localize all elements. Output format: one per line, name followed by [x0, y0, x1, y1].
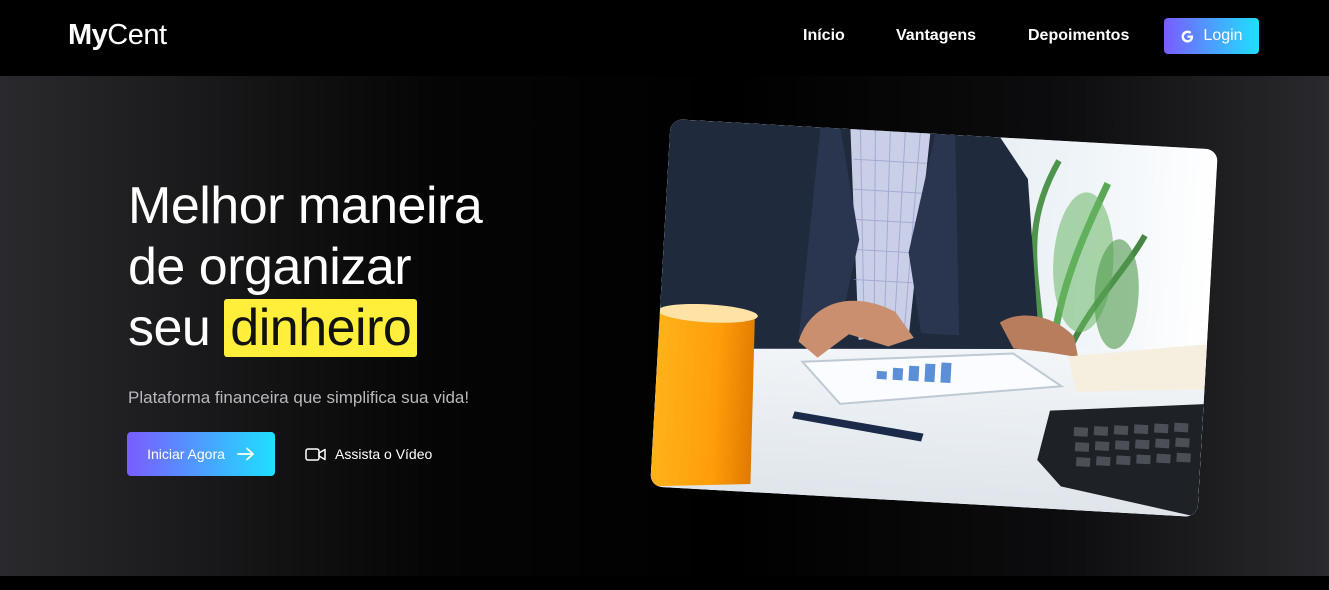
nav-link-inicio[interactable]: Início [803, 26, 845, 46]
video-camera-icon [305, 447, 326, 461]
headline-line-2: de organizar [128, 238, 412, 296]
headline-line-3-prefix: seu [128, 299, 225, 357]
arrow-right-icon [237, 447, 254, 461]
start-now-label: Iniciar Agora [147, 446, 225, 462]
hero-headline: Melhor maneira de organizar seu dinheiro [126, 176, 598, 359]
headline-line-1-rest: maneira [283, 177, 483, 235]
bottom-strip [0, 576, 1329, 590]
business-person-tablet-photo [650, 118, 1218, 518]
headline-underlined-word: Melhor [126, 177, 286, 235]
hero-subtitle: Plataforma financeira que simplifica sua… [128, 388, 470, 407]
brand-logo[interactable]: MyCent [68, 18, 167, 52]
headline-highlighted-word: dinheiro [224, 299, 418, 357]
logo-bold-text: My [68, 19, 108, 51]
headline-line-3: seu dinheiro [128, 298, 598, 359]
nav-link-depoimentos[interactable]: Depoimentos [1028, 26, 1129, 46]
start-now-button[interactable]: Iniciar Agora [127, 432, 275, 476]
nav-link-vantagens[interactable]: Vantagens [896, 26, 976, 46]
navbar: MyCent Início Vantagens Depoimentos Logi… [0, 0, 1329, 76]
logo-light-text: Cent [107, 19, 167, 51]
login-label: Login [1203, 27, 1243, 44]
google-icon [1181, 30, 1194, 42]
watch-video-label: Assista o Vídeo [335, 446, 433, 462]
watch-video-link[interactable]: Assista o Vídeo [305, 444, 432, 464]
login-button[interactable]: Login [1164, 18, 1259, 54]
headline-line-1: Melhor maneira [126, 176, 598, 237]
hero-photo [650, 118, 1218, 518]
hero-section: Melhor maneira de organizar seu dinheiro… [0, 76, 1329, 576]
